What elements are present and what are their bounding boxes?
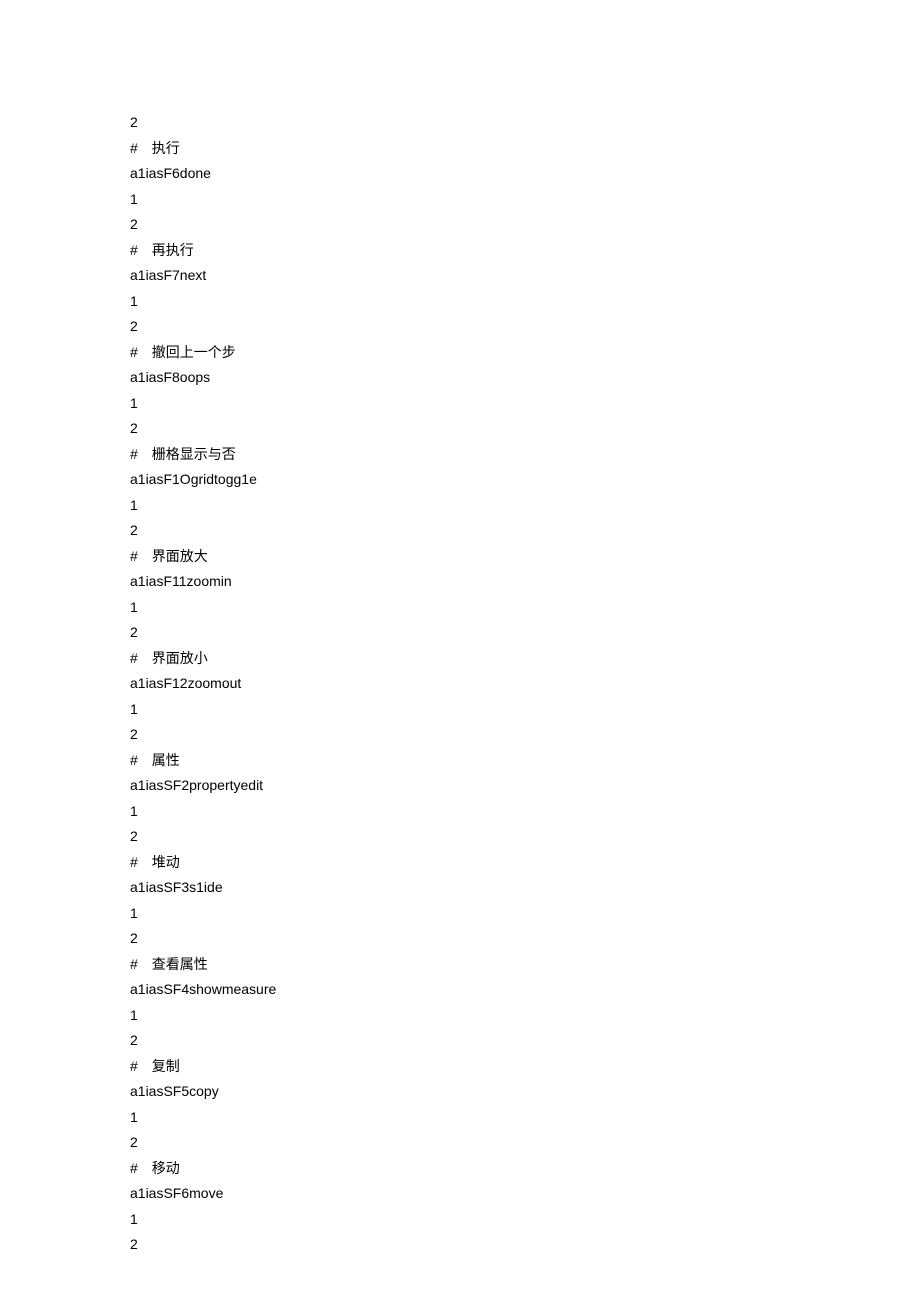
text-line: a1iasF1Ogridtogg1e: [130, 467, 920, 493]
text-line: 2: [130, 824, 920, 850]
text-line: a1iasF11zoomin: [130, 569, 920, 595]
text-line: # 界面放大: [130, 544, 920, 570]
text-line: a1iasF7next: [130, 263, 920, 289]
text-line: 1: [130, 901, 920, 927]
text-line: 1: [130, 493, 920, 519]
text-line: 1: [130, 391, 920, 417]
text-line: # 撤回上一个步: [130, 340, 920, 366]
text-line: 1: [130, 697, 920, 723]
text-line: # 再执行: [130, 238, 920, 264]
text-line: 1: [130, 1105, 920, 1131]
text-line: 1: [130, 595, 920, 621]
text-line: # 堆动: [130, 850, 920, 876]
text-line: a1iasSF2propertyedit: [130, 773, 920, 799]
text-line: 1: [130, 799, 920, 825]
text-line: a1iasF8oops: [130, 365, 920, 391]
text-line: # 执行: [130, 136, 920, 162]
text-line: 2: [130, 518, 920, 544]
text-line: 2: [130, 110, 920, 136]
text-line: 2: [130, 1232, 920, 1258]
text-line: # 界面放小: [130, 646, 920, 672]
text-line: 2: [130, 620, 920, 646]
text-line: 2: [130, 926, 920, 952]
text-line: 2: [130, 722, 920, 748]
text-line: a1iasSF3s1ide: [130, 875, 920, 901]
text-line: a1iasSF4showmeasure: [130, 977, 920, 1003]
text-line: 2: [130, 314, 920, 340]
text-line: 2: [130, 1130, 920, 1156]
text-line: # 查看属性: [130, 952, 920, 978]
text-line: # 移动: [130, 1156, 920, 1182]
text-line: 1: [130, 1003, 920, 1029]
text-line: 1: [130, 187, 920, 213]
text-line: a1iasF12zoomout: [130, 671, 920, 697]
text-line: a1iasF6done: [130, 161, 920, 187]
text-line: a1iasSF5copy: [130, 1079, 920, 1105]
text-line: 2: [130, 416, 920, 442]
text-line: # 复制: [130, 1054, 920, 1080]
text-line: # 属性: [130, 748, 920, 774]
text-line: 1: [130, 289, 920, 315]
text-line: 2: [130, 1028, 920, 1054]
text-line: # 栅格显示与否: [130, 442, 920, 468]
text-line: 2: [130, 212, 920, 238]
text-line: 1: [130, 1207, 920, 1233]
text-line: a1iasSF6move: [130, 1181, 920, 1207]
document-page: 2 # 执行 a1iasF6done 1 2 # 再执行 a1iasF7next…: [0, 0, 920, 1258]
